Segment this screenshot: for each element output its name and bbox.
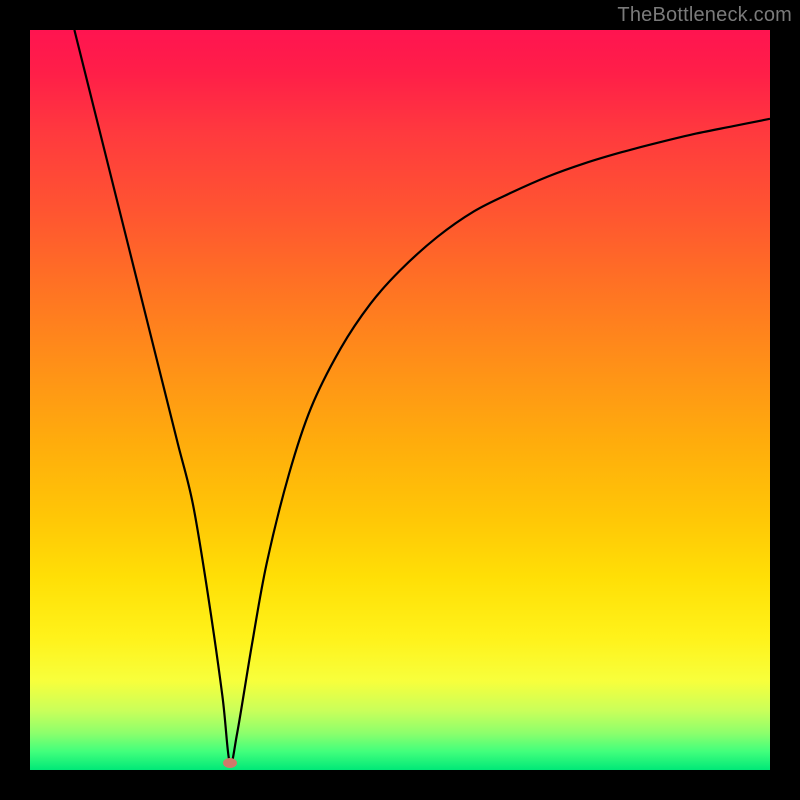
- watermark-text: TheBottleneck.com: [617, 4, 792, 27]
- bottleneck-curve: [30, 30, 770, 770]
- plot-area: [30, 30, 770, 770]
- optimal-point-marker: [223, 758, 237, 768]
- chart-frame: TheBottleneck.com: [0, 0, 800, 800]
